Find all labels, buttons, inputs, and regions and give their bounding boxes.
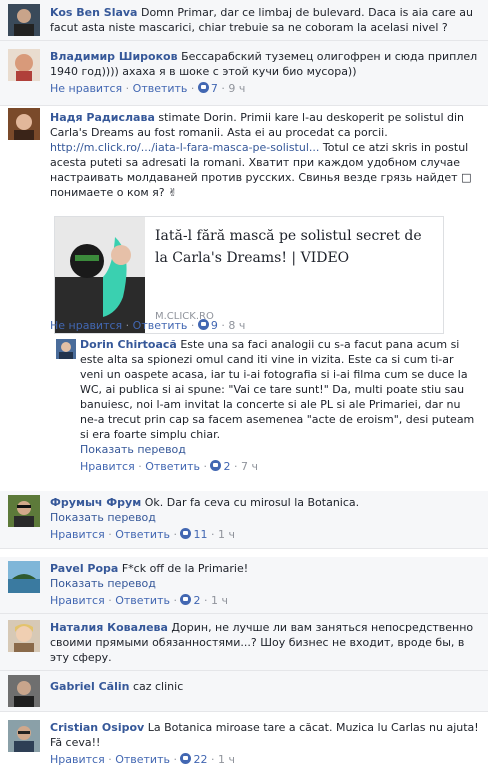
avatar[interactable] [8, 561, 40, 593]
comment-author[interactable]: Kos Ben Slava [50, 6, 137, 19]
comment-actions: Не нравится · Ответить · 9 · 8 ч [50, 319, 246, 332]
like-icon [210, 460, 222, 471]
reply-link[interactable]: Ответить [145, 460, 200, 473]
reply: Dorin Chirtoacă Este una sa faci analogi… [0, 335, 488, 490]
comment-text: F*ck off de la Primarie! [121, 562, 249, 575]
like-link[interactable]: Нравится [80, 460, 135, 473]
like-link[interactable]: Нравится [50, 594, 105, 607]
comment: Pavel Popa F*ck off de la Primarie! Пока… [0, 557, 488, 614]
comment-actions: Нравится · Ответить · 11 · 1 ч [50, 528, 235, 541]
show-translation-link[interactable]: Показать перевод [80, 442, 480, 457]
avatar[interactable] [8, 675, 40, 707]
reply-link[interactable]: Ответить [115, 528, 170, 541]
timestamp[interactable]: 7 ч [241, 460, 258, 473]
like-link[interactable]: Нравится [50, 528, 105, 541]
like-count[interactable]: 2 [193, 594, 200, 607]
show-translation-link[interactable]: Показать перевод [50, 510, 480, 525]
avatar[interactable] [56, 339, 76, 359]
comment: Gabriel Călin caz clinic [0, 671, 488, 712]
timestamp[interactable]: 1 ч [218, 528, 235, 541]
comment: Наталия Ковалева Дорин, не лучше ли вам … [0, 614, 488, 671]
comment-actions: Нравится · Ответить · 2 · 7 ч [80, 460, 258, 473]
comment-text: caz clinic [132, 680, 184, 693]
comment-text: Este una sa faci analogii cu s-a facut p… [80, 338, 475, 441]
reply-link[interactable]: Ответить [115, 594, 170, 607]
unlike-link[interactable]: Не нравится [50, 82, 122, 95]
comment-text-question: понимаете о ком я? [50, 186, 165, 199]
comment: Фрумыч Фрум Ok. Dar fa ceva cu mirosul l… [0, 491, 488, 549]
comment-author[interactable]: Владимир Широков [50, 50, 178, 63]
like-icon [197, 82, 209, 93]
like-count[interactable]: 9 [211, 319, 218, 332]
comment-author[interactable]: Надя Радислава [50, 111, 155, 124]
peace-icon: ✌ [168, 186, 178, 199]
comment-author[interactable]: Фрумыч Фрум [50, 496, 141, 509]
link-preview-title[interactable]: Iată-l fără mască pe solistul secret de … [155, 225, 435, 269]
like-count[interactable]: 2 [223, 460, 230, 473]
like-icon [180, 753, 192, 764]
show-translation-link[interactable]: Показать перевод [50, 576, 480, 591]
avatar[interactable] [8, 620, 40, 652]
comment-author[interactable]: Gabriel Călin [50, 680, 129, 693]
timestamp[interactable]: 1 ч [211, 594, 228, 607]
like-count[interactable]: 7 [211, 82, 218, 95]
comment-actions: Нравится · Ответить · 2 · 1 ч [50, 594, 228, 607]
comment-link[interactable]: http://m.click.ro/.../iata-l-fara-masca-… [50, 141, 319, 154]
comment-author[interactable]: Dorin Chirtoacă [80, 338, 177, 351]
avatar[interactable] [8, 108, 40, 140]
like-link[interactable]: Нравится [50, 753, 105, 766]
emoji-icon: □ [461, 171, 472, 184]
timestamp[interactable]: 9 ч [228, 82, 245, 95]
comment: Kos Ben Slava Domn Primar, dar ce limbaj… [0, 0, 488, 41]
reply-link[interactable]: Ответить [133, 319, 188, 332]
comment: Владимир Широков Бессарабский туземец ол… [0, 41, 488, 106]
like-count[interactable]: 22 [193, 753, 207, 766]
comment: Надя Радислава stimate Dorin. Primii kar… [0, 106, 488, 334]
reply-link[interactable]: Ответить [115, 753, 170, 766]
timestamp[interactable]: 8 ч [228, 319, 245, 332]
comment-actions: Не нравится · Ответить · 7 · 9 ч [50, 82, 246, 95]
avatar[interactable] [8, 720, 40, 752]
reply-link[interactable]: Ответить [133, 82, 188, 95]
timestamp[interactable]: 1 ч [218, 753, 235, 766]
avatar[interactable] [8, 49, 40, 81]
like-icon [197, 319, 209, 330]
avatar[interactable] [8, 4, 40, 36]
like-count[interactable]: 11 [193, 528, 207, 541]
comment-author[interactable]: Наталия Ковалева [50, 621, 168, 634]
comment: Cristian Osipov La Botanica miroase tare… [0, 716, 488, 779]
unlike-link[interactable]: Не нравится [50, 319, 122, 332]
comment-actions: Нравится · Ответить · 22 · 1 ч [50, 753, 235, 766]
like-icon [180, 594, 192, 605]
comment-author[interactable]: Pavel Popa [50, 562, 118, 575]
comment-text: Ok. Dar fa ceva cu mirosul la Botanica. [144, 496, 360, 509]
avatar[interactable] [8, 495, 40, 527]
comment-author[interactable]: Cristian Osipov [50, 721, 144, 734]
like-icon [180, 528, 192, 539]
